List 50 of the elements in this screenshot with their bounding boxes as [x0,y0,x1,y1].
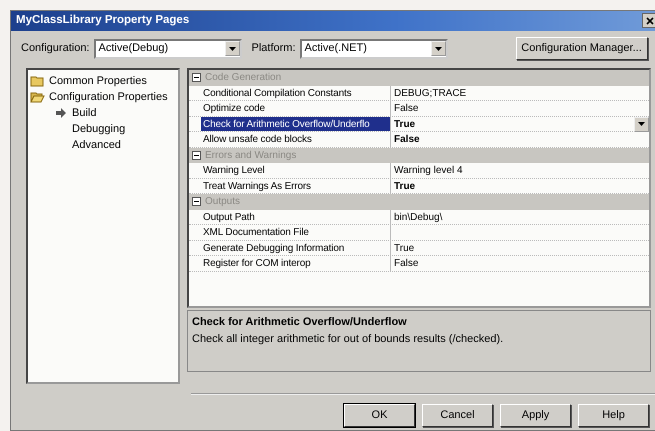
property-value: Warning level 4 [394,164,463,178]
property-value: True [394,242,414,255]
property-value: False [394,102,418,116]
folder-icon [30,90,45,104]
property-name[interactable]: Output Path [201,210,391,224]
property-value: bin\Debug\ [394,210,442,224]
property-value: True [394,180,416,193]
tree-item[interactable]: Debugging [70,120,126,138]
property-name[interactable]: Register for COM interop [201,256,391,270]
property-value: True [394,118,416,131]
tree-item[interactable]: Common Properties [49,72,147,90]
description-text: Check all integer arithmetic for out of bounds results (/checked). [192,332,504,346]
window-title: MyClassLibrary Property Pages [16,13,190,28]
configuration-manager-button[interactable]: Configuration Manager... [516,37,648,60]
property-name[interactable]: Optimize code [201,101,391,116]
dropdown-field[interactable]: Active(.NET) [300,38,448,58]
property-name[interactable]: Allow unsafe code blocks [201,132,391,146]
property-name[interactable]: XML Documentation File [201,225,391,240]
dialog-button[interactable]: Apply [500,404,571,427]
dropdown-arrow-icon [638,122,645,126]
property-value: False [394,133,420,146]
collapse-icon[interactable] [192,73,201,82]
field-label: Platform: [252,41,296,56]
collapse-icon[interactable] [192,197,201,206]
collapse-icon[interactable] [192,150,201,160]
tree-item[interactable]: Advanced [70,136,121,154]
property-name[interactable]: Check for Arithmetic Overflow/Underflo [201,116,391,131]
dropdown-arrow-icon [434,46,442,50]
close-button[interactable] [642,13,655,28]
property-name[interactable]: Treat Warnings As Errors [201,178,391,193]
property-value: False [394,257,418,270]
dropdown-field[interactable]: Active(Debug) [94,38,242,58]
dropdown-button[interactable] [634,116,649,132]
tree-item[interactable]: Configuration Properties [49,88,168,106]
dialog-button[interactable]: OK [344,404,415,427]
description-title: Check for Arithmetic Overflow/Underflow [192,315,408,330]
dropdown-arrow-icon [228,46,236,50]
category-label: Errors and Warnings [205,148,296,163]
property-name[interactable]: Conditional Compilation Constants [201,86,391,100]
category-label: Code Generation [205,71,282,86]
category-label: Outputs [205,195,240,210]
tree-item[interactable]: Build [70,104,96,122]
property-name[interactable]: Generate Debugging Information [201,240,391,255]
property-name[interactable]: Warning Level [201,163,391,178]
property-value: DEBUG;TRACE [394,86,466,100]
folder-icon [30,74,45,88]
dialog-button[interactable]: Cancel [422,404,493,427]
dialog-button[interactable]: Help [578,404,649,427]
close-icon [646,16,654,24]
field-label: Configuration: [21,41,90,56]
